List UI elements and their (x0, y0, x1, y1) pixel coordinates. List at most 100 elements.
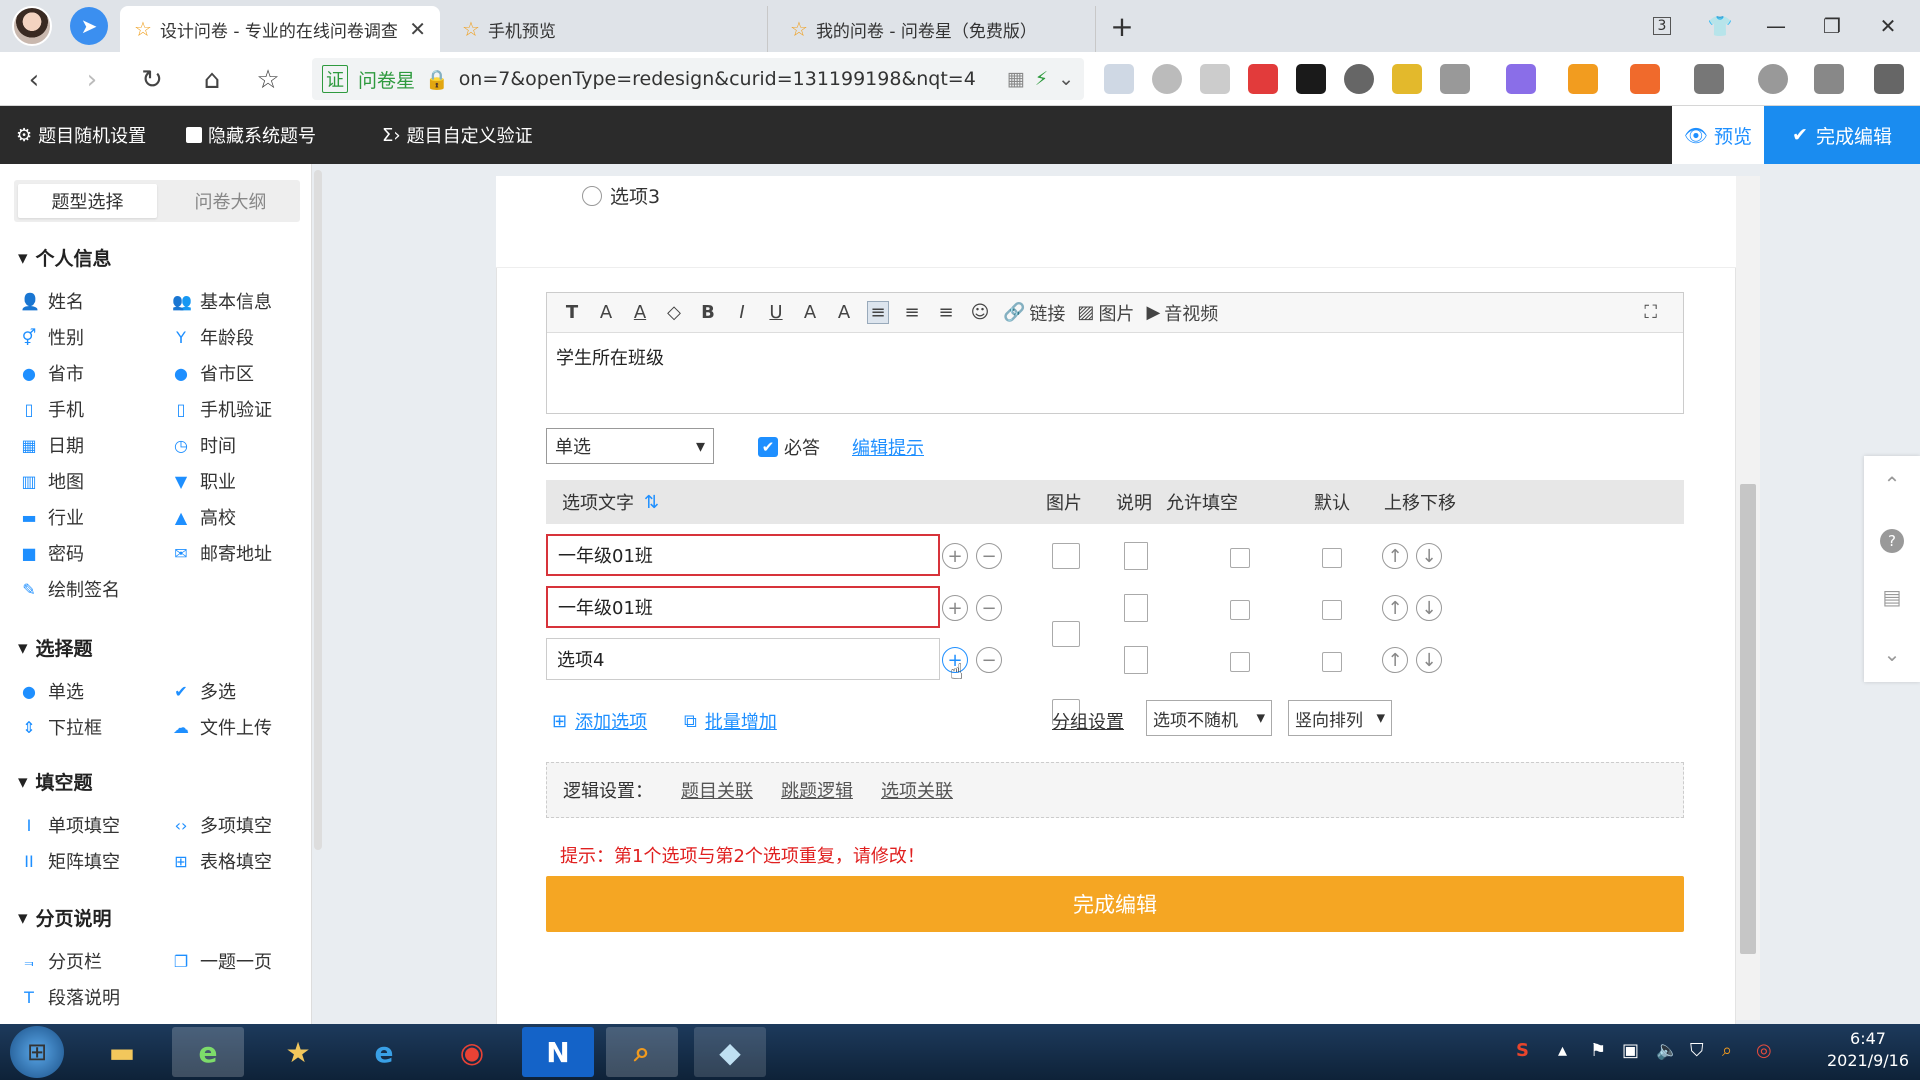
item-industry[interactable]: ▬ 行业 (20, 504, 84, 530)
network-icon[interactable]: ▣ (1622, 1040, 1639, 1061)
bookmark-star-icon[interactable]: ☆ (248, 60, 288, 100)
tray-expand-icon[interactable]: ▴ (1558, 1040, 1567, 1061)
url-field[interactable]: 证 问卷星 🔒 on=7&openType=redesign&curid=131… (312, 58, 1084, 100)
underline-icon[interactable]: U (765, 302, 787, 323)
section-fill-blank[interactable]: ▾ 填空题 (18, 768, 93, 795)
align-left-icon[interactable]: ≡ (867, 301, 889, 324)
minus-circle-icon[interactable]: − (976, 647, 1002, 673)
add-option-button[interactable]: ⊞ 添加选项 (552, 708, 647, 734)
minus-circle-icon[interactable]: − (976, 595, 1002, 621)
option-input[interactable]: 一年级01班 (546, 586, 940, 628)
preview-button[interactable]: 👁 预览 (1672, 106, 1764, 164)
tab-count-button[interactable]: 3 (1642, 8, 1682, 44)
menu-icon[interactable] (1874, 64, 1904, 94)
item-occupation[interactable]: ▼ 职业 (172, 468, 236, 494)
item-address[interactable]: ✉ 邮寄地址 (172, 540, 272, 566)
arrow-up-icon[interactable]: ↑ (1382, 543, 1408, 569)
item-matrix-fill[interactable]: II 矩阵填空 (20, 848, 120, 874)
plus-circle-icon[interactable]: + (942, 595, 968, 621)
restore-button[interactable]: ❐ (1812, 8, 1852, 44)
tab-mobile-preview[interactable]: ☆ 手机预览 (448, 6, 768, 52)
eraser-app-icon[interactable]: ◆ (694, 1027, 766, 1077)
edit-hint-link[interactable]: 编辑提示 (852, 434, 924, 460)
highlight-icon[interactable]: ◇ (663, 302, 685, 323)
start-button[interactable]: ⊞ (10, 1026, 64, 1078)
item-page-break[interactable]: ⫬ 分页栏 (20, 948, 102, 974)
chevron-down-icon[interactable]: ⌄ (1058, 68, 1074, 90)
search-app-icon[interactable]: ⌕ (606, 1027, 678, 1077)
grid-icon[interactable] (1694, 64, 1724, 94)
chevron-up-icon[interactable]: ⌃ (1884, 472, 1901, 496)
volume-icon[interactable]: 🔈 (1656, 1040, 1678, 1061)
item-date[interactable]: ▦ 日期 (20, 432, 84, 458)
input-method-icon[interactable]: S (1516, 1040, 1529, 1061)
back-icon[interactable]: ‹ (14, 60, 54, 100)
align-center-icon[interactable]: ≡ (901, 302, 923, 323)
user-avatar[interactable] (12, 6, 52, 46)
pinyin-icon[interactable] (1392, 64, 1422, 94)
close-icon[interactable]: ✕ (409, 17, 426, 41)
item-single-fill[interactable]: I 单项填空 (20, 812, 120, 838)
item-time[interactable]: ◷ 时间 (172, 432, 236, 458)
media-button[interactable]: ▶ 音视频 (1146, 300, 1218, 326)
item-age[interactable]: Y 年龄段 (172, 324, 254, 350)
allow-fill-checkbox[interactable] (1230, 548, 1250, 568)
document-icon[interactable] (1124, 594, 1148, 622)
item-multi-fill[interactable]: ‹› 多项填空 (172, 812, 272, 838)
panel-scrollbar[interactable] (314, 170, 322, 850)
extension-icon[interactable] (1152, 64, 1182, 94)
tab-question-types[interactable]: 题型选择 (18, 184, 157, 218)
superscript-icon[interactable]: A (833, 302, 855, 323)
random-order-select[interactable]: 选项不随机 ▾ (1146, 700, 1272, 736)
random-settings-button[interactable]: ⚙ 题目随机设置 (16, 106, 146, 164)
group-settings-link[interactable]: 分组设置 (1052, 708, 1124, 734)
item-file-upload[interactable]: ☁ 文件上传 (172, 714, 272, 740)
image-icon[interactable] (1052, 543, 1080, 569)
shield-icon[interactable] (1568, 64, 1598, 94)
arrow-up-icon[interactable]: ↑ (1382, 647, 1408, 673)
video-icon[interactable] (1248, 64, 1278, 94)
tab-design[interactable]: ☆ 设计问卷 - 专业的在线问卷调查 ✕ (120, 6, 440, 52)
section-personal-info[interactable]: ▾ 个人信息 (18, 244, 112, 271)
emoji-icon[interactable]: ☺ (969, 302, 991, 323)
vip-icon[interactable] (1296, 64, 1326, 94)
item-signature[interactable]: ✎ 绘制签名 (20, 576, 120, 602)
question-type-select[interactable]: 单选 ▾ (546, 428, 714, 464)
chrome-icon[interactable]: ◉ (436, 1027, 508, 1077)
align-right-icon[interactable]: ≡ (935, 302, 957, 323)
item-multi-choice[interactable]: ✔ 多选 (172, 678, 236, 704)
scissors-icon[interactable] (1440, 64, 1470, 94)
tab-outline[interactable]: 问卷大纲 (161, 180, 300, 222)
required-checkbox[interactable]: ✔ 必答 (758, 434, 820, 460)
close-window-button[interactable]: ✕ (1868, 8, 1908, 44)
minus-circle-icon[interactable]: − (976, 543, 1002, 569)
item-phone-verify[interactable]: ▯ 手机验证 (172, 396, 272, 422)
preview-option[interactable]: 选项3 (582, 182, 660, 209)
item-password[interactable]: ■ 密码 (20, 540, 84, 566)
custom-verify-button[interactable]: Σ› 题目自定义验证 (382, 106, 533, 164)
new-tab-button[interactable]: + (1102, 8, 1142, 44)
question-title-text[interactable]: 学生所在班级 (556, 344, 664, 370)
image-icon[interactable] (1052, 621, 1080, 647)
fullscreen-icon[interactable]: ⛶ (1644, 302, 1657, 323)
minimize-button[interactable]: — (1756, 8, 1796, 44)
subscript-icon[interactable]: A (799, 302, 821, 323)
arrow-up-icon[interactable]: ↑ (1382, 595, 1408, 621)
system-clock[interactable]: 6:47 2021/9/16 (1822, 1028, 1914, 1072)
help-icon[interactable]: ? (1880, 528, 1904, 553)
finish-editing-main-button[interactable]: 完成编辑 (546, 876, 1684, 932)
flag-icon[interactable]: ⚑ (1590, 1040, 1606, 1061)
item-one-per-page[interactable]: ❐ 一题一页 (172, 948, 272, 974)
sort-icon[interactable]: ⇅ (644, 492, 659, 513)
jump-logic-link[interactable]: 跳题逻辑 (781, 777, 853, 803)
default-checkbox[interactable] (1322, 600, 1342, 620)
font-size-icon[interactable]: A (595, 302, 617, 323)
record-icon[interactable]: ◎ (1756, 1040, 1772, 1061)
image-button[interactable]: ▨ 图片 (1077, 300, 1134, 326)
allow-fill-checkbox[interactable] (1230, 600, 1250, 620)
item-single-choice[interactable]: ● 单选 (20, 678, 84, 704)
notes-app-icon[interactable]: N (522, 1027, 594, 1077)
plus-circle-icon[interactable]: + (942, 543, 968, 569)
document-icon[interactable] (1124, 646, 1148, 674)
item-gender[interactable]: ⚥ 性别 (20, 324, 84, 350)
